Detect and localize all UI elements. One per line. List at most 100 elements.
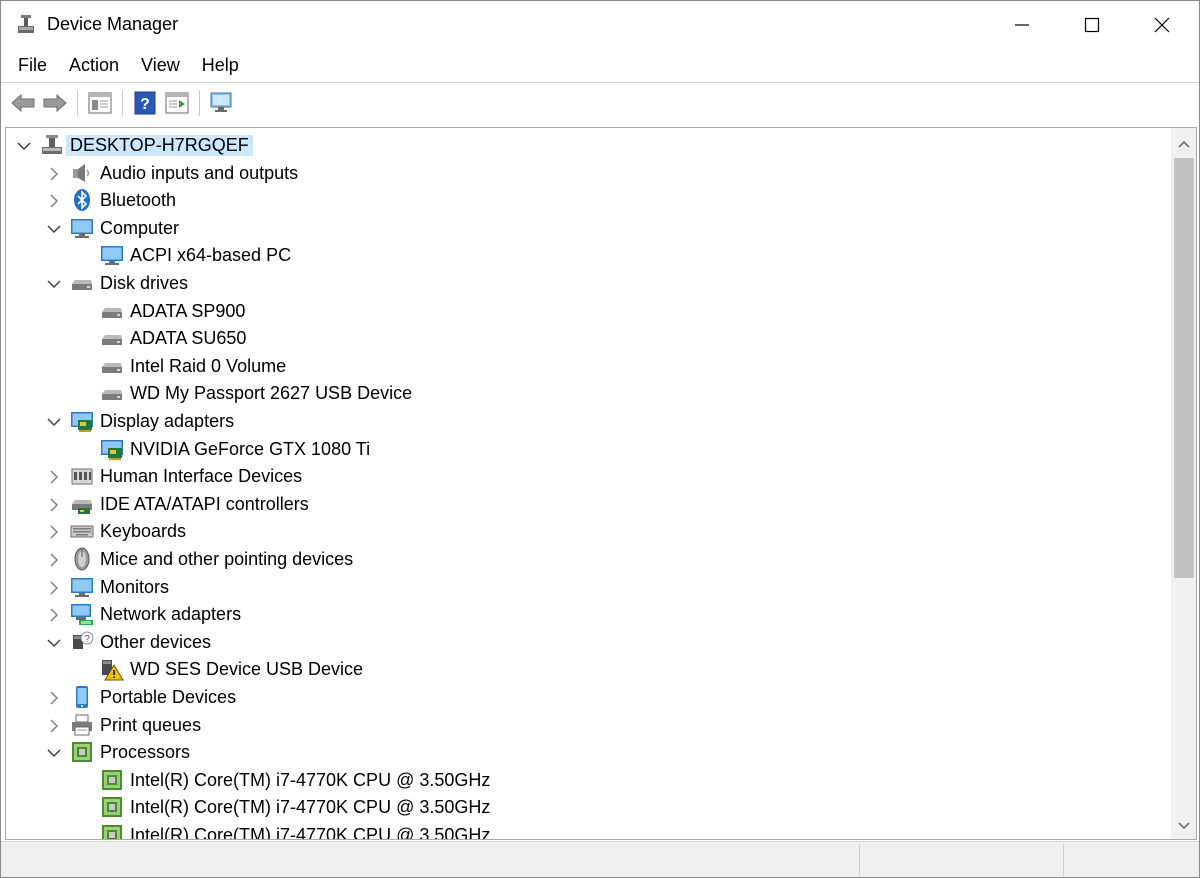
- chevron-right-icon[interactable]: [46, 166, 62, 182]
- close-button[interactable]: [1127, 1, 1197, 49]
- tree-item-label[interactable]: Bluetooth: [100, 190, 176, 211]
- tree-item-label[interactable]: Intel(R) Core(TM) i7-4770K CPU @ 3.50GHz: [130, 825, 490, 839]
- portable-device-icon: [76, 686, 88, 708]
- tree-item-label[interactable]: Mice and other pointing devices: [100, 549, 353, 570]
- speaker-icon: [73, 163, 90, 182]
- minimize-icon: [1015, 24, 1029, 26]
- tree-device-item[interactable]: ADATA SP900: [6, 298, 1166, 325]
- chevron-right-icon[interactable]: [46, 469, 62, 485]
- update-driver-button[interactable]: [161, 88, 193, 118]
- menu-help[interactable]: Help: [191, 52, 250, 79]
- menu-action[interactable]: Action: [58, 52, 130, 79]
- forward-button[interactable]: [39, 88, 71, 118]
- chevron-down-icon[interactable]: [46, 276, 62, 292]
- tree-category-audio-inputs-and-outputs[interactable]: Audio inputs and outputs: [6, 160, 1166, 187]
- chevron-right-icon[interactable]: [46, 193, 62, 209]
- tree-item-label[interactable]: NVIDIA GeForce GTX 1080 Ti: [130, 439, 370, 460]
- tree-device-item[interactable]: Intel(R) Core(TM) i7-4770K CPU @ 3.50GHz: [6, 767, 1166, 794]
- chevron-right-icon[interactable]: [46, 552, 62, 568]
- tree-category-display-adapters[interactable]: Display adapters: [6, 408, 1166, 435]
- tree-item-label[interactable]: Print queues: [100, 715, 201, 736]
- menu-view[interactable]: View: [130, 52, 191, 79]
- maximize-button[interactable]: [1057, 1, 1127, 49]
- status-bar: [1, 841, 1199, 877]
- tree-item-label[interactable]: Human Interface Devices: [100, 466, 302, 487]
- chevron-down-icon[interactable]: [46, 221, 62, 237]
- tree-item-label[interactable]: ADATA SU650: [130, 328, 246, 349]
- tree-category-processors[interactable]: Processors: [6, 739, 1166, 766]
- tree-item-label[interactable]: Display adapters: [100, 411, 234, 432]
- back-button[interactable]: [7, 88, 39, 118]
- chevron-right-icon[interactable]: [46, 718, 62, 734]
- chevron-down-icon[interactable]: [46, 635, 62, 651]
- tree-category-network-adapters[interactable]: Network adapters: [6, 601, 1166, 628]
- tree-item-label[interactable]: Other devices: [100, 632, 211, 653]
- bluetooth-icon: [74, 189, 90, 212]
- tree-item-label[interactable]: Intel Raid 0 Volume: [130, 356, 286, 377]
- tree-category-human-interface-devices[interactable]: Human Interface Devices: [6, 463, 1166, 490]
- tree-device-item[interactable]: Intel(R) Core(TM) i7-4770K CPU @ 3.50GHz: [6, 822, 1166, 839]
- menu-bar: File Action View Help: [1, 49, 1199, 81]
- tree-item-label[interactable]: WD My Passport 2627 USB Device: [130, 383, 412, 404]
- scroll-up-button[interactable]: [1171, 132, 1196, 156]
- forward-arrow-icon: [43, 93, 67, 113]
- tree-item-label[interactable]: WD SES Device USB Device: [130, 659, 363, 680]
- disk-drive-icon: [102, 307, 122, 318]
- tree-item-label[interactable]: Network adapters: [100, 604, 241, 625]
- tree-item-label[interactable]: Processors: [100, 742, 190, 763]
- menu-file[interactable]: File: [7, 52, 58, 79]
- mouse-icon: [74, 547, 90, 571]
- tree-category-computer[interactable]: Computer: [6, 215, 1166, 242]
- tree-device-item[interactable]: ADATA SU650: [6, 325, 1166, 352]
- tree-category-print-queues[interactable]: Print queues: [6, 712, 1166, 739]
- tree-device-item[interactable]: NVIDIA GeForce GTX 1080 Ti: [6, 436, 1166, 463]
- tree-item-label[interactable]: Keyboards: [100, 521, 186, 542]
- chevron-right-icon[interactable]: [46, 690, 62, 706]
- tree-category-other-devices[interactable]: ? Other devices: [6, 629, 1166, 656]
- hid-icon: [71, 468, 93, 485]
- tree-root-node[interactable]: DESKTOP-H7RGQEF: [6, 132, 1166, 159]
- help-button[interactable]: ?: [129, 88, 161, 118]
- chevron-down-icon[interactable]: [46, 414, 62, 430]
- scan-hardware-button[interactable]: [206, 88, 238, 118]
- chevron-right-icon[interactable]: [46, 607, 62, 623]
- chevron-right-icon[interactable]: [46, 497, 62, 513]
- tree-device-item[interactable]: ACPI x64-based PC: [6, 242, 1166, 269]
- tree-device-item[interactable]: Intel Raid 0 Volume: [6, 353, 1166, 380]
- tree-item-label[interactable]: ADATA SP900: [130, 301, 245, 322]
- title-bar[interactable]: Device Manager: [1, 1, 1199, 49]
- tree-category-monitors[interactable]: Monitors: [6, 574, 1166, 601]
- tree-item-label[interactable]: IDE ATA/ATAPI controllers: [100, 494, 309, 515]
- tree-item-label[interactable]: Monitors: [100, 577, 169, 598]
- minimize-button[interactable]: [987, 1, 1057, 49]
- tree-category-bluetooth[interactable]: Bluetooth: [6, 187, 1166, 214]
- tree-item-label[interactable]: DESKTOP-H7RGQEF: [66, 135, 253, 156]
- device-tree: DESKTOP-H7RGQEF Audio inputs and outputs B…: [6, 128, 1170, 839]
- tree-category-portable-devices[interactable]: Portable Devices: [6, 684, 1166, 711]
- vertical-scrollbar[interactable]: [1171, 128, 1196, 839]
- tree-item-label[interactable]: Intel(R) Core(TM) i7-4770K CPU @ 3.50GHz: [130, 770, 490, 791]
- tree-item-label[interactable]: Intel(R) Core(TM) i7-4770K CPU @ 3.50GHz: [130, 797, 490, 818]
- tree-category-disk-drives[interactable]: Disk drives: [6, 270, 1166, 297]
- chevron-down-icon[interactable]: [46, 745, 62, 761]
- disk-drive-icon: [102, 335, 122, 346]
- tree-item-label[interactable]: ACPI x64-based PC: [130, 245, 291, 266]
- tree-device-item[interactable]: Intel(R) Core(TM) i7-4770K CPU @ 3.50GHz: [6, 794, 1166, 821]
- tree-item-label[interactable]: Audio inputs and outputs: [100, 163, 298, 184]
- tree-item-label[interactable]: Computer: [100, 218, 179, 239]
- update-driver-icon: [165, 92, 189, 114]
- tree-category-keyboards[interactable]: Keyboards: [6, 518, 1166, 545]
- tree-category-ide-ata-atapi-controllers[interactable]: IDE ATA/ATAPI controllers: [6, 491, 1166, 518]
- tree-item-label[interactable]: Disk drives: [100, 273, 188, 294]
- display-adapter-icon: [71, 412, 93, 432]
- tree-item-label[interactable]: Portable Devices: [100, 687, 236, 708]
- show-hide-console-tree-button[interactable]: [84, 88, 116, 118]
- chevron-right-icon[interactable]: [46, 580, 62, 596]
- tree-device-item[interactable]: WD SES Device USB Device: [6, 656, 1166, 683]
- chevron-down-icon[interactable]: [16, 138, 32, 154]
- tree-device-item[interactable]: WD My Passport 2627 USB Device: [6, 380, 1166, 407]
- tree-category-mice-and-other-pointing-devices[interactable]: Mice and other pointing devices: [6, 546, 1166, 573]
- scrollbar-thumb[interactable]: [1174, 158, 1194, 578]
- scroll-down-button[interactable]: [1171, 814, 1196, 838]
- chevron-right-icon[interactable]: [46, 524, 62, 540]
